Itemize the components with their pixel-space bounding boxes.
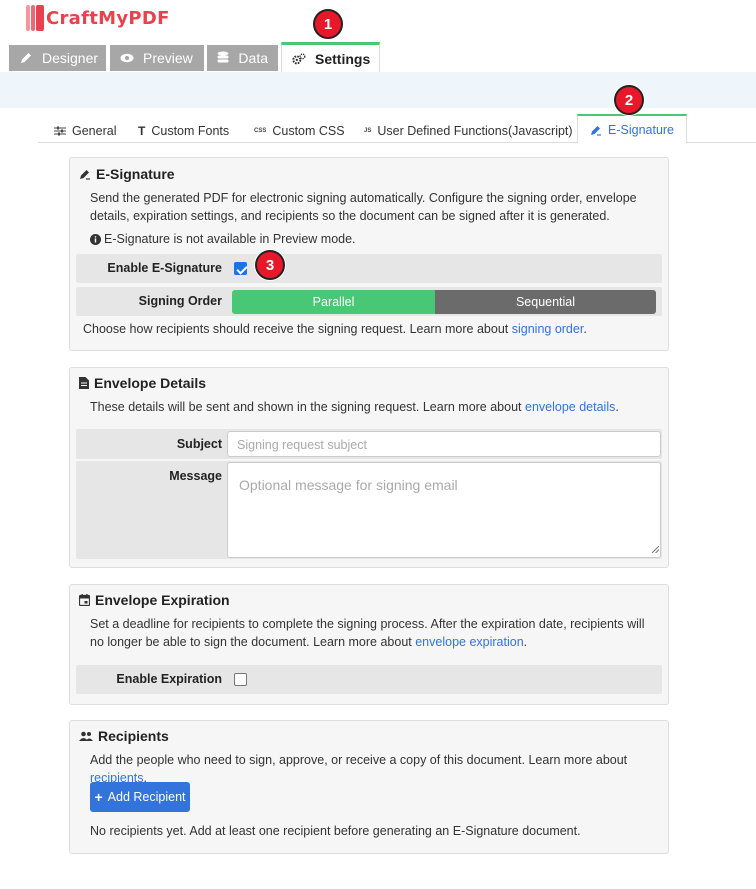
tab-e-signature[interactable]: E-Signature bbox=[577, 114, 688, 144]
css-icon: CSS bbox=[254, 128, 267, 134]
envelope-details-desc-text: These details will be sent and shown in … bbox=[90, 400, 525, 414]
esign-description: Send the generated PDF for electronic si… bbox=[90, 191, 637, 223]
esign-panel: E-Signature Send the generated PDF for e… bbox=[69, 157, 669, 351]
tab-general-label: General bbox=[72, 124, 117, 138]
envelope-expiration-title: Envelope Expiration bbox=[79, 592, 230, 608]
enable-esign-checkbox[interactable] bbox=[234, 262, 247, 275]
main-tab-bar: Designer Preview Data Settings bbox=[0, 36, 756, 72]
tab-general[interactable]: General bbox=[54, 118, 116, 144]
recipients-desc-text: Add the people who need to sign, approve… bbox=[90, 753, 628, 767]
envelope-expiration-description: Set a deadline for recipients to complet… bbox=[90, 615, 660, 651]
sliders-icon bbox=[54, 126, 66, 136]
esign-notice: E-Signature is not available in Preview … bbox=[90, 230, 660, 248]
signing-order-help: Choose how recipients should receive the… bbox=[83, 320, 653, 338]
logo-text: CraftMyPDF bbox=[46, 7, 170, 29]
file-icon bbox=[79, 377, 89, 389]
tab-custom-fonts[interactable]: T Custom Fonts bbox=[138, 118, 229, 144]
font-icon: T bbox=[138, 124, 146, 138]
signature-icon bbox=[79, 168, 91, 180]
enable-esign-row: Enable E-Signature bbox=[76, 254, 662, 283]
recipients-empty-text: No recipients yet. Add at least one reci… bbox=[90, 824, 581, 838]
tab-e-signature-label: E-Signature bbox=[608, 122, 675, 137]
enable-expiration-label: Enable Expiration bbox=[116, 672, 222, 686]
recipients-title-text: Recipients bbox=[98, 728, 169, 744]
calendar-icon bbox=[79, 594, 90, 606]
signing-order-row: Signing Order Parallel Sequential bbox=[76, 287, 662, 316]
step-badge-3: 3 bbox=[255, 250, 285, 280]
tab-settings[interactable]: Settings bbox=[281, 42, 380, 72]
tab-custom-css[interactable]: CSS Custom CSS bbox=[254, 118, 345, 144]
envelope-expiration-panel: Envelope Expiration Set a deadline for r… bbox=[69, 584, 669, 705]
subject-placeholder: Signing request subject bbox=[237, 438, 367, 452]
envelope-expiration-desc-end: . bbox=[523, 635, 528, 649]
signing-order-sequential[interactable]: Sequential bbox=[435, 290, 656, 314]
signing-order-help-end: . bbox=[583, 322, 587, 336]
signature-icon bbox=[590, 124, 602, 136]
pencil-icon bbox=[19, 51, 33, 65]
tab-udf-label: User Defined Functions(Javascript) bbox=[377, 124, 573, 138]
envelope-details-panel: Envelope Details These details will be s… bbox=[69, 367, 669, 568]
cogs-icon bbox=[292, 52, 306, 66]
subject-row: Subject Signing request subject bbox=[76, 429, 662, 459]
plus-icon: + bbox=[94, 789, 103, 805]
esign-title: E-Signature bbox=[79, 166, 175, 182]
users-icon bbox=[79, 731, 93, 741]
js-icon: JS bbox=[364, 128, 372, 134]
tab-settings-label: Settings bbox=[315, 50, 371, 67]
tab-user-defined-functions[interactable]: JS User Defined Functions(Javascript) bbox=[364, 118, 573, 144]
recipients-title: Recipients bbox=[79, 728, 169, 744]
message-placeholder: Optional message for signing email bbox=[239, 477, 458, 493]
tab-custom-css-label: Custom CSS bbox=[272, 124, 345, 138]
enable-expiration-checkbox[interactable] bbox=[234, 673, 247, 686]
step-badge-2: 2 bbox=[614, 85, 644, 115]
tab-data-label: Data bbox=[238, 50, 268, 66]
enable-esign-label: Enable E-Signature bbox=[107, 261, 222, 275]
tab-preview-label: Preview bbox=[143, 50, 193, 66]
signing-order-link[interactable]: signing order bbox=[512, 322, 584, 336]
logo-mark-icon bbox=[26, 4, 44, 32]
envelope-details-link[interactable]: envelope details bbox=[525, 400, 615, 414]
tab-data[interactable]: Data bbox=[207, 45, 278, 71]
logo[interactable]: CraftMyPDF bbox=[26, 4, 170, 32]
envelope-expiration-desc-text: Set a deadline for recipients to complet… bbox=[90, 617, 645, 649]
recipients-panel: Recipients Add the people who need to si… bbox=[69, 720, 669, 854]
step-badge-1: 1 bbox=[313, 9, 343, 39]
signing-order-help-text: Choose how recipients should receive the… bbox=[83, 322, 512, 336]
signing-order-parallel[interactable]: Parallel bbox=[232, 290, 435, 314]
top-bar: CraftMyPDF bbox=[0, 0, 756, 36]
envelope-details-desc-end: . bbox=[615, 400, 619, 414]
tab-designer-label: Designer bbox=[42, 50, 99, 66]
add-recipient-label: Add Recipient bbox=[107, 790, 186, 804]
message-textarea[interactable]: Optional message for signing email bbox=[227, 462, 661, 558]
envelope-expiration-title-text: Envelope Expiration bbox=[95, 592, 230, 608]
eye-icon bbox=[120, 51, 134, 65]
tab-preview[interactable]: Preview bbox=[110, 45, 204, 71]
envelope-details-description: These details will be sent and shown in … bbox=[90, 398, 660, 416]
tab-designer[interactable]: Designer bbox=[9, 45, 106, 71]
envelope-details-title: Envelope Details bbox=[79, 375, 206, 391]
envelope-details-title-text: Envelope Details bbox=[94, 375, 207, 391]
resize-handle-icon[interactable] bbox=[651, 540, 660, 556]
esign-notice-text: E-Signature is not available in Preview … bbox=[104, 232, 356, 246]
message-row: Message Optional message for signing ema… bbox=[76, 461, 662, 559]
tab-custom-fonts-label: Custom Fonts bbox=[151, 124, 230, 138]
subject-label: Subject bbox=[176, 437, 222, 451]
subject-input[interactable]: Signing request subject bbox=[227, 431, 661, 457]
info-circle-icon bbox=[90, 233, 101, 245]
signing-order-label: Signing Order bbox=[138, 294, 222, 308]
esign-title-text: E-Signature bbox=[96, 166, 175, 182]
database-icon bbox=[217, 51, 229, 65]
envelope-expiration-link[interactable]: envelope expiration bbox=[415, 635, 523, 649]
enable-expiration-row: Enable Expiration bbox=[76, 665, 662, 694]
message-label: Message bbox=[169, 469, 222, 483]
settings-sub-tabs: General T Custom Fonts CSS Custom CSS JS… bbox=[38, 112, 756, 144]
add-recipient-button[interactable]: + Add Recipient bbox=[90, 782, 190, 812]
